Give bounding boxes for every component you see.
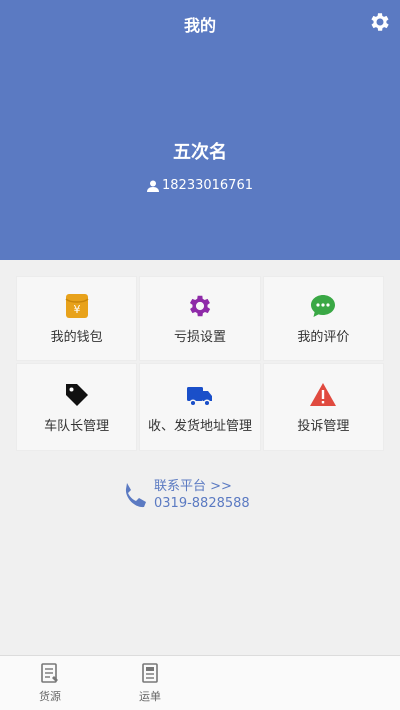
menu-item-fleet-leader[interactable]: 车队长管理 <box>16 363 138 451</box>
gear-icon[interactable] <box>368 10 392 34</box>
menu-item-loss-settings[interactable]: 亏损设置 <box>139 276 261 361</box>
page-title: 我的 <box>183 16 216 35</box>
menu-item-my-reviews[interactable]: 我的评价 <box>262 276 384 361</box>
menu-item-label: 投诉管理 <box>297 418 350 434</box>
tab-cargo-source[interactable]: 货源 <box>20 662 80 704</box>
phone-icon <box>125 483 146 508</box>
warning-icon <box>310 382 337 406</box>
menu-item-wallet[interactable]: ¥ 我的钱包 <box>16 276 138 361</box>
profile-header: 我的 五次名 18233016761 <box>0 0 400 260</box>
menu-item-label: 车队长管理 <box>44 418 110 434</box>
contact-phone: 0319-8828588 <box>154 496 250 511</box>
tab-label: 货源 <box>39 690 61 703</box>
menu-item-complaints[interactable]: 投诉管理 <box>262 363 384 451</box>
gear-icon <box>189 295 211 317</box>
menu-grid: ¥ 我的钱包 亏损设置 我的评价 车队长管理 收、发货地址管理 投诉管理 <box>16 276 384 451</box>
tab-label: 运单 <box>139 690 161 703</box>
menu-item-label: 我的钱包 <box>50 330 103 345</box>
tab-waybill[interactable]: 运单 <box>120 662 180 704</box>
user-name: 五次名 <box>173 142 227 163</box>
truck-icon <box>186 386 212 407</box>
svg-text:¥: ¥ <box>73 303 80 316</box>
menu-item-label: 收、发货地址管理 <box>147 418 252 434</box>
contact-platform[interactable]: 联系平台 >> 0319-8828588 <box>120 478 250 512</box>
user-phone-row: 18233016761 <box>0 178 400 193</box>
user-phone: 18233016761 <box>162 178 253 193</box>
document-icon <box>41 663 58 683</box>
wallet-icon: ¥ <box>65 294 89 318</box>
tag-icon <box>65 383 88 406</box>
menu-item-label: 亏损设置 <box>173 330 226 345</box>
menu-item-label: 我的评价 <box>297 330 350 345</box>
menu-item-address-management[interactable]: 收、发货地址管理 <box>139 363 261 451</box>
chat-icon <box>311 295 336 317</box>
contact-label: 联系平台 >> <box>154 479 232 494</box>
bottom-tab-bar: 货源 运单 <box>0 655 400 710</box>
user-icon <box>147 180 159 192</box>
waybill-icon <box>142 663 158 683</box>
